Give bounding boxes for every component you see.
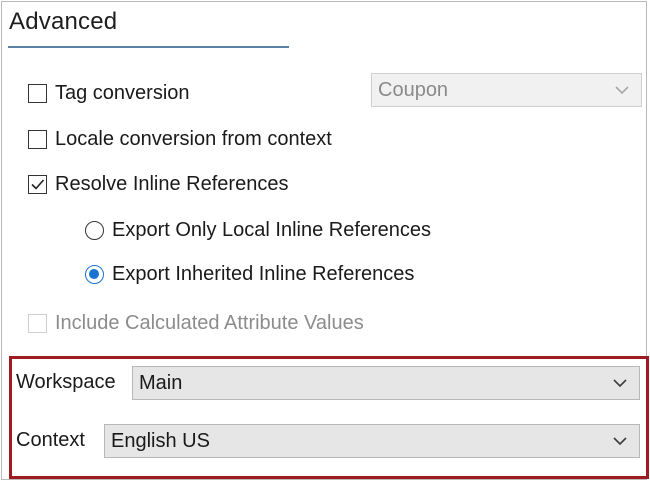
checkmark-icon [31,179,45,190]
locale-conversion-checkbox[interactable] [28,130,47,149]
locale-conversion-option[interactable]: Locale conversion from context [28,128,332,151]
resolve-inline-label: Resolve Inline References [55,173,289,195]
include-calculated-label: Include Calculated Attribute Values [55,312,364,334]
export-inherited-label: Export Inherited Inline References [112,263,415,285]
include-calculated-checkbox[interactable] [28,314,47,333]
context-dropdown-value: English US [111,429,210,452]
tag-conversion-dropdown-value: Coupon [378,78,449,101]
locale-conversion-label: Locale conversion from context [55,128,332,150]
export-local-label: Export Only Local Inline References [112,219,432,241]
chevron-down-icon [613,379,627,388]
tag-conversion-checkbox[interactable] [28,84,47,103]
tag-conversion-label: Tag conversion [55,82,190,104]
section-title: Advanced [9,8,118,35]
export-local-radio[interactable] [85,221,104,240]
chevron-down-icon [613,437,627,446]
resolve-inline-option[interactable]: Resolve Inline References [28,173,288,196]
section-title-underline [8,46,289,48]
export-local-option[interactable]: Export Only Local Inline References [85,219,431,242]
export-inherited-option[interactable]: Export Inherited Inline References [85,263,414,286]
include-calculated-option[interactable]: Include Calculated Attribute Values [28,312,364,335]
radio-selected-dot [89,269,99,279]
workspace-dropdown[interactable]: Main [132,366,640,400]
export-inherited-radio[interactable] [85,265,104,284]
chevron-down-icon [615,86,629,95]
workspace-dropdown-value: Main [139,371,183,394]
context-dropdown[interactable]: English US [104,424,640,458]
context-label: Context [16,429,85,451]
tag-conversion-option[interactable]: Tag conversion [28,82,190,105]
resolve-inline-checkbox[interactable] [28,175,47,194]
workspace-label: Workspace [16,371,116,393]
tag-conversion-dropdown[interactable]: Coupon [371,73,642,107]
